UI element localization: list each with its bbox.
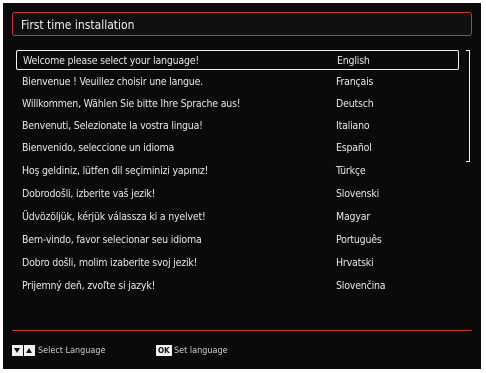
language-greeting: Dobrodošli, izberite vaš jezik! — [22, 188, 156, 200]
triangle-up-icon — [24, 345, 35, 356]
language-option[interactable]: Üdvözöljük, kérjük válassza ki a nyelvet… — [16, 207, 459, 227]
language-greeting: Üdvözöljük, kérjük válassza ki a nyelvet… — [22, 211, 206, 223]
language-name: Slovenski — [336, 188, 380, 200]
language-greeting: Hoş geldiniz, lütfen dil seçiminizi yapı… — [22, 165, 209, 177]
setup-screen: First time installation Welcome please s… — [3, 3, 481, 369]
language-option[interactable]: Bienvenue ! Veuillez choisir une langue.… — [16, 72, 459, 92]
language-greeting: Bienvenido, seleccione un idioma — [22, 142, 175, 154]
language-option[interactable]: Hoş geldiniz, lütfen dil seçiminizi yapı… — [16, 161, 459, 181]
language-option[interactable]: Bienvenido, seleccione un idioma Español — [16, 138, 459, 158]
language-greeting: Dobro došli, molim izaberite svoj jezik! — [22, 257, 198, 269]
language-name: Türkçe — [336, 165, 366, 177]
language-option[interactable]: Dobro došli, molim izaberite svoj jezik!… — [16, 253, 459, 273]
page-title: First time installation — [12, 12, 472, 36]
language-option[interactable]: Bem-vindo, favor selecionar seu idioma P… — [16, 230, 459, 250]
language-greeting: Willkommen, Wählen Sie bitte Ihre Sprach… — [22, 98, 241, 110]
language-greeting: Welcome please select your language! — [23, 55, 199, 67]
language-name: Slovenčina — [336, 280, 386, 292]
language-name: English — [337, 55, 370, 67]
language-name: Hrvatski — [336, 257, 374, 269]
language-option[interactable]: Welcome please select your language! Eng… — [16, 50, 459, 70]
language-greeting: Bienvenue ! Veuillez choisir une langue. — [22, 76, 203, 88]
language-name: Português — [336, 234, 382, 246]
triangle-down-icon — [12, 345, 23, 356]
scrollbar[interactable] — [466, 50, 470, 162]
language-greeting: Prijemný deň, zvoľte si jazyk! — [22, 280, 156, 292]
language-name: Español — [336, 142, 372, 154]
language-name: Français — [336, 76, 374, 88]
language-option[interactable]: Dobrodošli, izberite vaš jezik! Slovensk… — [16, 184, 459, 204]
set-language-hint: Set language — [174, 346, 228, 356]
language-option[interactable]: Prijemný deň, zvoľte si jazyk! Slovenčin… — [16, 276, 459, 296]
select-language-hint: Select Language — [38, 346, 106, 356]
footer-divider — [12, 330, 472, 331]
language-list: Welcome please select your language! Eng… — [12, 47, 472, 323]
language-name: Magyar — [336, 211, 370, 223]
ok-key-icon: OK — [156, 345, 172, 356]
scrollbar-thumb[interactable] — [466, 51, 469, 163]
language-greeting: Benvenuti, Selezionate la vostra lingua! — [22, 120, 203, 132]
language-option[interactable]: Willkommen, Wählen Sie bitte Ihre Sprach… — [16, 94, 459, 114]
language-option[interactable]: Benvenuti, Selezionate la vostra lingua!… — [16, 116, 459, 136]
language-greeting: Bem-vindo, favor selecionar seu idioma — [22, 234, 202, 246]
language-name: Deutsch — [336, 98, 374, 110]
language-name: Italiano — [336, 120, 370, 132]
